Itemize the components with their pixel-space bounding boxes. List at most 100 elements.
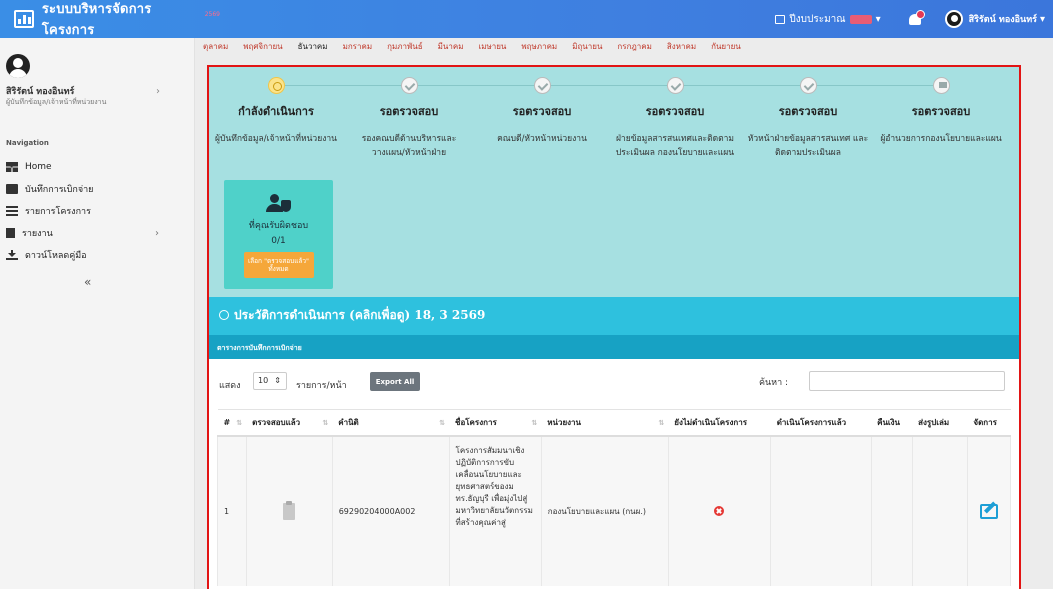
chevron-right-icon[interactable]: › [156, 86, 160, 97]
step-status: รอตรวจสอบ [778, 105, 838, 118]
col-refund[interactable]: คืนเงิน [871, 409, 913, 437]
sidebar-item-home[interactable]: Home [6, 156, 186, 178]
chevron-right-icon: › [155, 227, 159, 239]
sidebar-item-label: รายงาน [22, 229, 53, 239]
brand[interactable]: ระบบบริหารจัดการโครงการ 2569 [0, 0, 220, 40]
table-row: 1 69290204000A002 โครงการสัมมนาเชิงปฏิบั… [217, 435, 1012, 586]
main-panel: กำลังดำเนินการ ผู้บันทึกข้อมูล/เจ้าหน้าท… [207, 65, 1021, 589]
sidebar-item-label: ดาวน์โหลดคู่มือ [25, 251, 87, 261]
top-navbar: ระบบบริหารจัดการโครงการ 2569 ปีงบประมาณ … [0, 0, 1053, 38]
download-icon [6, 250, 18, 260]
step-description: หัวหน้าฝ่ายข้อมูลสารสนเทศ และติดตามประเม… [747, 134, 869, 158]
sidebar-item-projects[interactable]: รายการโครงการ [6, 200, 186, 222]
row-not-started [667, 435, 772, 586]
step-status: รอตรวจสอบ [911, 105, 971, 118]
tab-month[interactable]: เมษายน [478, 40, 506, 53]
tab-month[interactable]: พฤศจิกายน [243, 40, 282, 53]
step-3: รอตรวจสอบ คณบดี/หัวหน้าหน่วยงาน [407, 77, 607, 146]
page-length-unit: รายการ/หน้า [296, 381, 347, 391]
col-checked[interactable]: ตรวจสอบแล้ว ⇅ [246, 409, 333, 437]
row-started [770, 435, 872, 586]
tab-month[interactable]: กันยายน [711, 40, 741, 53]
responsibility-count: 0/1 [271, 236, 286, 246]
step-description: ผู้อำนวยการกองนโยบายและแผน [880, 134, 1002, 144]
row-actions [966, 435, 1012, 586]
search-label: ค้นหา : [759, 378, 789, 388]
table-controls: แสดง 10 ⇕ รายการ/หน้า Export All ค้นหา : [209, 359, 1019, 409]
sidebar: สิริรัตน์ ทองอินทร์ ผู้บันทึกข้อมูล/เจ้า… [0, 38, 195, 589]
responsibility-card: ที่คุณรับผิดชอบ 0/1 เลือก "ตรวจสอบแล้ว" … [224, 180, 333, 289]
export-all-button[interactable]: Export All [370, 372, 420, 391]
step-1: กำลังดำเนินการ ผู้บันทึกข้อมูล/เจ้าหน้าท… [211, 77, 341, 146]
sidebar-item-disbursement[interactable]: บันทึกการเบิกจ่าย [6, 178, 186, 200]
tab-month[interactable]: ตุลาคม [203, 40, 228, 53]
chevron-down-icon: ▾ [875, 13, 881, 25]
col-number[interactable]: # ⇅ [217, 409, 247, 437]
tab-month[interactable]: สิงหาคม [667, 40, 696, 53]
step-status: กำลังดำเนินการ [238, 105, 314, 118]
tab-month[interactable]: กรกฎาคม [617, 40, 651, 53]
check-icon [666, 77, 684, 94]
step-6: รอตรวจสอบ ผู้อำนวยการกองนโยบายและแผน [806, 77, 1006, 146]
sidebar-avatar [6, 54, 30, 78]
step-status: รอตรวจสอบ [379, 105, 439, 118]
history-icon [219, 310, 229, 320]
tab-month[interactable]: พฤษภาคม [521, 40, 557, 53]
search-input[interactable] [809, 371, 1005, 391]
row-checked[interactable] [245, 435, 333, 586]
col-unit[interactable]: หน่วยงาน ⇅ [541, 409, 669, 437]
sidebar-item-label: Home [25, 162, 52, 172]
nav-heading: Navigation [6, 139, 49, 147]
page-length-select[interactable]: 10 ⇕ [253, 372, 287, 390]
col-report[interactable]: ส่งรูปเล่ม [912, 409, 968, 437]
budget-year-value: 2569 [849, 14, 872, 24]
col-code[interactable]: คำนิติ ⇅ [332, 409, 450, 437]
step-2: รอตรวจสอบ รองคณบดีด้านบริหารและวางแผน/หั… [274, 77, 474, 160]
step-description: คณบดี/หัวหน้าหน่วยงาน [497, 134, 587, 144]
app-title: ระบบบริหารจัดการโครงการ [41, 2, 152, 38]
row-number: 1 [217, 435, 247, 586]
tab-month[interactable]: กุมภาพันธ์ [387, 40, 423, 53]
approval-stepper: กำลังดำเนินการ ผู้บันทึกข้อมูล/เจ้าหน้าท… [209, 67, 1019, 297]
mark-all-checked-button[interactable]: เลือก "ตรวจสอบแล้ว" ทั้งหมด [243, 252, 314, 278]
month-tabs: ตุลาคม พฤศจิกายน ธันวาคม มกราคม กุมภาพัน… [203, 38, 756, 54]
col-actions: จัดการ [967, 409, 1011, 437]
history-toggle[interactable]: ประวัติการดำเนินการ (คลิกเพื่อดู) 18, 3 … [209, 297, 1019, 335]
disbursement-table: # ⇅ ตรวจสอบแล้ว ⇅ คำนิติ ⇅ ชื่อโครงการ ⇅ หน่… [217, 409, 1012, 586]
budget-year-dropdown[interactable]: ปีงบประมาณ 2569 ▾ [775, 12, 881, 27]
list-icon [6, 206, 18, 216]
row-refund [870, 435, 913, 586]
x-circle-icon [714, 506, 725, 516]
sidebar-user-role: ผู้บันทึกข้อมูล/เจ้าหน้าที่หน่วยงาน [6, 98, 107, 106]
row-unit: กองนโยบายและแผน (กนผ.) [540, 435, 669, 586]
check-icon [400, 77, 418, 94]
step-status: รอตรวจสอบ [512, 105, 572, 118]
sidebar-item-reports[interactable]: รายงาน › [6, 222, 186, 244]
tab-month[interactable]: มิถุนายน [572, 40, 602, 53]
budget-label: ปีงบประมาณ [789, 13, 846, 25]
col-started[interactable]: ดำเนินโครงการแล้ว [770, 409, 872, 437]
user-menu[interactable]: สิริรัตน์ ทองอินทร์ ▾ [944, 10, 1045, 28]
row-project: โครงการสัมมนาเชิงปฏิบัติการการขับเคลื่อน… [448, 435, 542, 586]
edit-icon[interactable] [979, 503, 998, 519]
col-not-started[interactable]: ยังไม่ดำเนินโครงการ [668, 409, 771, 437]
tab-month[interactable]: มีนาคม [438, 40, 464, 53]
tab-month-active[interactable]: ธันวาคม [298, 40, 328, 53]
chart-bar-icon [14, 10, 34, 28]
tab-month[interactable]: มกราคม [343, 40, 373, 53]
note-icon [6, 184, 18, 194]
app-title-badge: 2569 [204, 10, 220, 18]
file-icon [6, 228, 15, 238]
check-icon [533, 77, 551, 94]
clipboard-icon [283, 500, 296, 520]
notification-bell-icon[interactable] [907, 10, 925, 27]
sidebar-collapse-button[interactable]: « [84, 275, 91, 289]
in-progress-icon [267, 77, 285, 94]
sidebar-item-label: รายการโครงการ [25, 207, 91, 217]
col-project[interactable]: ชื่อโครงการ ⇅ [449, 409, 542, 437]
avatar [944, 10, 963, 28]
sidebar-item-download-manual[interactable]: ดาวน์โหลดคู่มือ [6, 244, 186, 266]
flag-icon [932, 77, 950, 94]
sidebar-user-name[interactable]: สิริรัตน์ ทองอินทร์ [6, 84, 74, 98]
calendar-icon [775, 14, 786, 24]
